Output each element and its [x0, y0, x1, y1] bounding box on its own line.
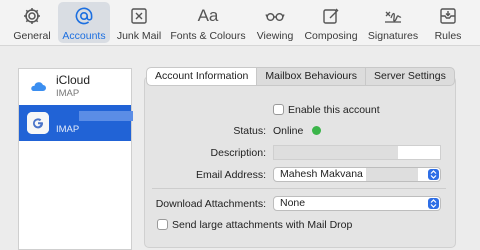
tab-general-label: General [13, 30, 51, 42]
status-label: Status: [233, 125, 266, 137]
icloud-icon [27, 76, 49, 98]
accounts-sidebar: iCloud IMAP IMAP [18, 68, 133, 250]
account-item-google[interactable]: IMAP [19, 105, 133, 141]
tab-mailbox-behaviours[interactable]: Mailbox Behaviours [256, 68, 365, 85]
font-aa-icon: Aa [197, 6, 219, 25]
tab-signatures-label: Signatures [367, 30, 419, 42]
rules-envelope-icon [437, 5, 459, 27]
at-sign-icon [73, 5, 95, 27]
status-value: Online [273, 125, 304, 137]
tab-account-information[interactable]: Account Information [147, 68, 257, 85]
tab-viewing-label: Viewing [256, 30, 294, 42]
status-online-indicator [312, 126, 321, 135]
email-address-label: Email Address: [195, 169, 266, 181]
chevron-updown-icon [428, 169, 439, 180]
preferences-toolbar: General Accounts Junk Mail Aa Fonts & Co… [0, 0, 480, 46]
download-attachments-label: Download Attachments: [155, 198, 266, 210]
signature-icon [382, 5, 404, 27]
tab-rules-label: Rules [434, 30, 462, 42]
account-type: IMAP [56, 88, 80, 99]
glasses-icon [264, 5, 286, 27]
redacted-email [366, 168, 418, 181]
tab-signatures[interactable]: Signatures [364, 2, 422, 43]
email-address-popup[interactable]: Mahesh Makvana [273, 167, 441, 182]
description-field[interactable] [273, 145, 441, 160]
account-type: IMAP [56, 124, 80, 135]
tab-accounts[interactable]: Accounts [58, 2, 110, 43]
tab-accounts-label: Accounts [62, 30, 106, 42]
tab-composing-label: Composing [304, 30, 358, 42]
download-attachments-popup[interactable]: None [273, 196, 441, 211]
email-address-value: Mahesh Makvana [280, 168, 363, 180]
mail-drop-checkbox[interactable] [157, 219, 168, 230]
redacted-account-name [79, 111, 133, 121]
enable-account-label: Enable this account [288, 104, 380, 116]
tab-junk-mail[interactable]: Junk Mail [114, 2, 164, 43]
account-name: iCloud [56, 73, 91, 87]
tab-composing[interactable]: Composing [302, 2, 360, 43]
description-label: Description: [210, 147, 266, 159]
gear-icon [21, 5, 43, 27]
tab-rules[interactable]: Rules [428, 2, 468, 43]
google-icon [27, 112, 49, 134]
tab-general[interactable]: General [8, 2, 56, 43]
tab-server-settings[interactable]: Server Settings [365, 68, 454, 85]
compose-icon [320, 5, 342, 27]
account-tabs: Account Information Mailbox Behaviours S… [146, 67, 455, 86]
section-divider [152, 188, 446, 189]
enable-account-checkbox[interactable] [273, 104, 284, 115]
download-attachments-value: None [280, 197, 306, 209]
redacted-description [274, 146, 398, 159]
account-item-icloud[interactable]: iCloud IMAP [19, 69, 131, 105]
tab-fonts-colours[interactable]: Aa Fonts & Colours [168, 2, 248, 43]
tab-viewing[interactable]: Viewing [252, 2, 298, 43]
tab-junk-mail-label: Junk Mail [116, 30, 162, 42]
mail-drop-label: Send large attachments with Mail Drop [172, 219, 353, 231]
chevron-updown-icon [428, 198, 439, 209]
tab-fonts-colours-label: Fonts & Colours [170, 30, 246, 42]
junk-tray-icon [128, 5, 150, 27]
